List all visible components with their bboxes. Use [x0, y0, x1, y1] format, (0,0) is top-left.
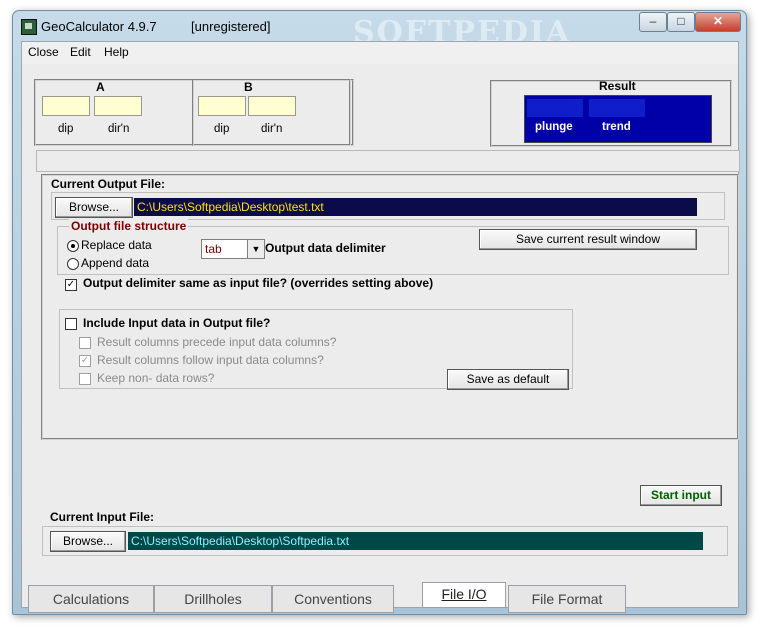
b-dip-input[interactable] [198, 96, 246, 116]
output-panel: Current Output File: Browse... C:\Users\… [41, 174, 739, 440]
replace-data-label: Replace data [81, 238, 152, 252]
keep-non-data-checkbox[interactable] [79, 373, 91, 385]
a-dip-label: dip [58, 123, 74, 135]
follow-checkbox[interactable]: ✓ [79, 355, 91, 367]
replace-data-radio[interactable] [67, 240, 79, 252]
delimiter-value: tab [205, 242, 222, 256]
current-output-label: Current Output File: [51, 177, 165, 191]
output-structure-label: Output file structure [69, 219, 189, 233]
a-dirn-label: dir'n [108, 123, 130, 135]
trend-label: trend [602, 121, 631, 133]
output-path-field[interactable]: C:\Users\Softpedia\Desktop\test.txt [134, 198, 697, 216]
tab-drillholes[interactable]: Drillholes [154, 585, 272, 613]
input-browse-button[interactable]: Browse... [50, 531, 126, 552]
start-input-button[interactable]: Start input [640, 485, 722, 506]
result-panel: Result plunge trend [490, 79, 732, 147]
save-result-window-button[interactable]: Save current result window [479, 229, 697, 250]
a-dip-input[interactable] [42, 96, 90, 116]
registration-status: [unregistered] [191, 19, 271, 34]
input-path-field[interactable]: C:\Users\Softpedia\Desktop\Softpedia.txt [128, 532, 703, 550]
plunge-value [527, 99, 583, 117]
close-window-button[interactable]: ✕ [695, 12, 741, 32]
follow-label: Result columns follow input data columns… [97, 353, 324, 367]
panel-b-title: B [244, 80, 253, 94]
maximize-button[interactable]: □ [667, 12, 695, 32]
save-as-default-button[interactable]: Save as default [447, 369, 569, 390]
client-area: Close Edit Help A dip dir'n B dip dir'n … [21, 41, 740, 613]
include-input-checkbox[interactable] [65, 318, 77, 330]
keep-non-data-label: Keep non- data rows? [97, 371, 215, 385]
menu-help[interactable]: Help [104, 45, 129, 59]
tab-calculations[interactable]: Calculations [28, 585, 154, 613]
tab-conventions[interactable]: Conventions [272, 585, 394, 613]
menu-edit[interactable]: Edit [70, 45, 91, 59]
menu-close[interactable]: Close [28, 45, 59, 59]
append-data-radio[interactable] [67, 258, 79, 270]
app-window: GeoCalculator 4.9.7 [unregistered] SOFTP… [12, 10, 747, 615]
panel-b: B dip dir'n [192, 79, 351, 146]
result-title: Result [599, 79, 636, 93]
app-icon [21, 19, 37, 35]
tab-bar: Calculations Drillholes Conventions File… [22, 582, 738, 613]
status-strip [36, 150, 740, 172]
delimiter-select[interactable]: tab ▼ [201, 239, 265, 259]
tab-file-io[interactable]: File I/O [422, 582, 506, 608]
delimiter-label: Output data delimiter [265, 241, 386, 255]
title-bar[interactable]: GeoCalculator 4.9.7 [unregistered] SOFTP… [13, 11, 746, 50]
same-delimiter-checkbox[interactable]: ✓ [65, 279, 77, 291]
b-dip-label: dip [214, 123, 230, 135]
same-delimiter-label: Output delimiter same as input file? (ov… [83, 276, 434, 290]
window-title: GeoCalculator 4.9.7 [41, 19, 157, 34]
minimize-button[interactable]: – [639, 12, 667, 32]
append-data-label: Append data [81, 256, 150, 270]
trend-value [589, 99, 645, 117]
current-input-label: Current Input File: [50, 510, 154, 524]
result-display: plunge trend [524, 95, 712, 143]
a-dirn-input[interactable] [94, 96, 142, 116]
precede-checkbox[interactable] [79, 337, 91, 349]
chevron-down-icon[interactable]: ▼ [247, 240, 264, 258]
b-dirn-input[interactable] [248, 96, 296, 116]
b-dirn-label: dir'n [261, 123, 283, 135]
panel-a-title: A [96, 80, 105, 94]
menu-bar: Close Edit Help [22, 42, 738, 64]
precede-label: Result columns precede input data column… [97, 335, 337, 349]
tab-file-format[interactable]: File Format [508, 585, 626, 613]
plunge-label: plunge [535, 121, 573, 133]
output-browse-button[interactable]: Browse... [55, 197, 133, 218]
include-input-label: Include Input data in Output file? [83, 316, 271, 330]
panel-a: A dip dir'n [34, 79, 193, 146]
